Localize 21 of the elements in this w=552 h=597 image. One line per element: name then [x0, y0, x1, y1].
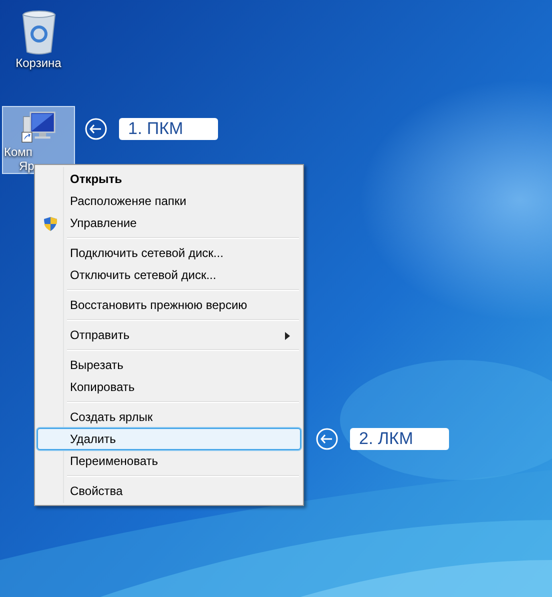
menu-item[interactable]: Свойства	[37, 480, 301, 502]
menu-item[interactable]: Расположеняе папки	[37, 190, 301, 212]
menu-item[interactable]: Отключить сетевой диск...	[37, 264, 301, 286]
menu-item[interactable]: Создать ярлык	[37, 406, 301, 428]
menu-item[interactable]: Подключить сетевой диск...	[37, 242, 301, 264]
desktop-icon[interactable]: Корзина	[2, 6, 75, 74]
icon-label: Корзина	[16, 56, 62, 70]
menu-item[interactable]: Удалить	[37, 428, 301, 450]
menu-item[interactable]: Отправить	[37, 324, 301, 346]
icon-label: Комп	[4, 145, 32, 159]
submenu-arrow-icon	[285, 332, 290, 340]
menu-item[interactable]: Копировать	[37, 376, 301, 398]
menu-item[interactable]: Восстановить прежнюю версию	[37, 294, 301, 316]
menu-item[interactable]: Управление	[37, 212, 301, 234]
icon-label: Яр	[19, 159, 34, 173]
trash-bin-icon[interactable]	[20, 10, 56, 56]
menu-item[interactable]: Вырезать	[37, 354, 301, 376]
menu-item[interactable]: Переименовать	[37, 450, 301, 472]
step-label: 1. ПКМ	[119, 118, 218, 140]
step-label: 2. ЛКМ	[350, 428, 449, 450]
shield-icon	[43, 216, 58, 232]
